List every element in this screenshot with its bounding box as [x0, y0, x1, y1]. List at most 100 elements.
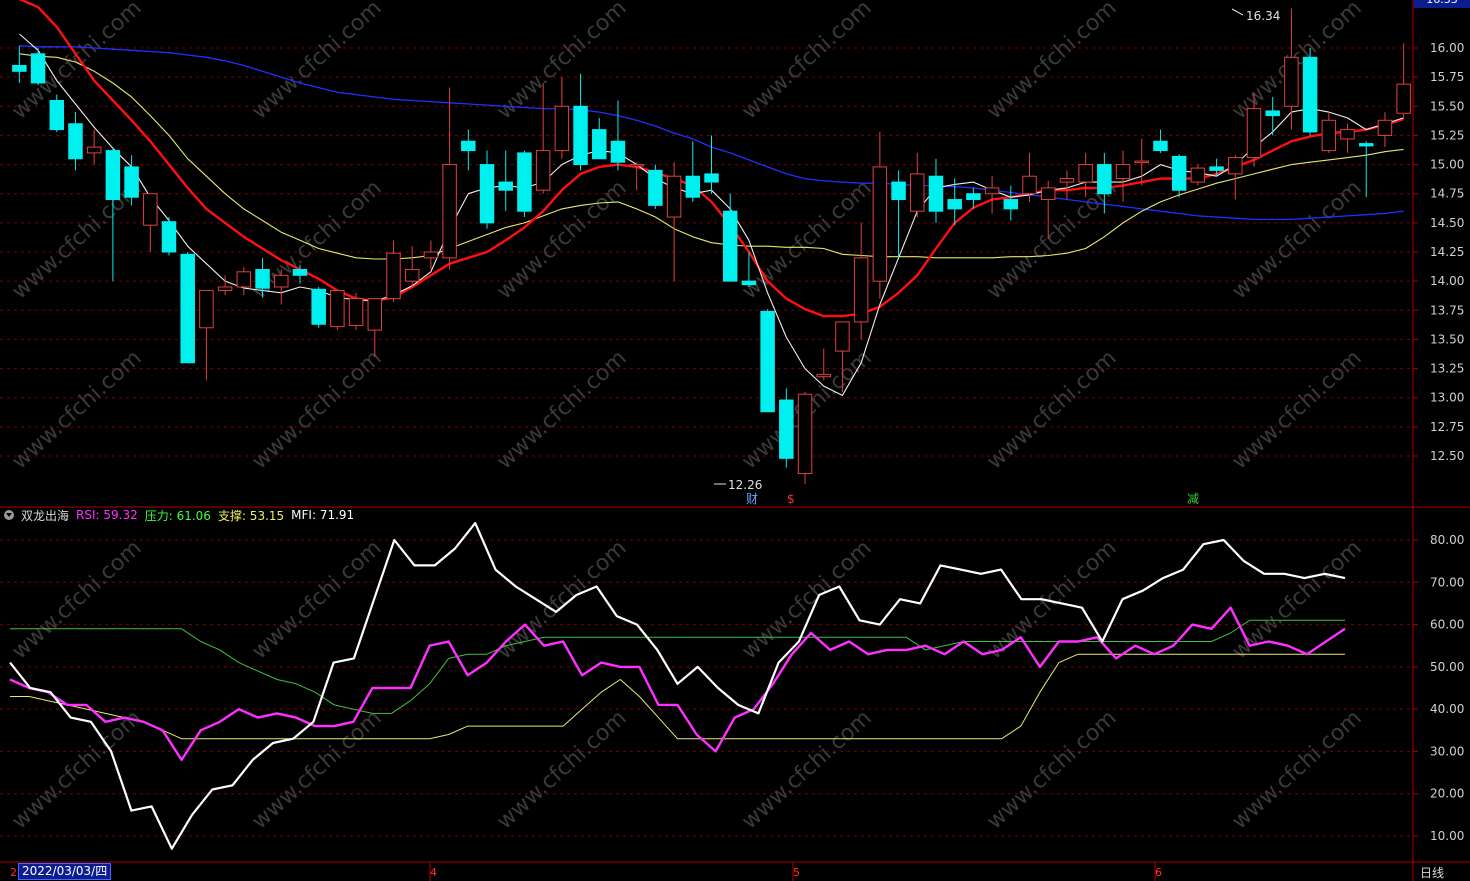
watermark-text: www.cfchi.com — [492, 346, 631, 475]
candle-body — [386, 252, 401, 300]
candle-body — [517, 152, 532, 212]
candle[interactable] — [1377, 112, 1393, 148]
indicator-tick-label: 20.00 — [1430, 787, 1464, 801]
candle-body — [1340, 129, 1355, 140]
candle[interactable] — [984, 176, 1000, 214]
candle[interactable] — [180, 252, 195, 364]
candle[interactable] — [517, 150, 532, 218]
candle-body — [779, 399, 794, 459]
candle[interactable] — [629, 162, 644, 191]
high-price-label: 16.34 — [1246, 9, 1280, 23]
candle-body — [741, 280, 757, 286]
candle[interactable] — [423, 240, 439, 270]
candle[interactable] — [610, 100, 626, 171]
candle-body — [984, 187, 1000, 195]
candle[interactable] — [68, 112, 83, 171]
candle[interactable] — [217, 275, 233, 296]
candle-body — [255, 268, 270, 289]
candle[interactable] — [910, 152, 925, 218]
candle-body — [367, 298, 383, 331]
candle-body — [704, 173, 719, 183]
candle[interactable] — [648, 164, 663, 209]
candle[interactable] — [348, 292, 364, 331]
candle[interactable] — [143, 193, 158, 252]
candle[interactable] — [498, 150, 513, 212]
candle[interactable] — [1153, 129, 1168, 153]
candle[interactable] — [685, 141, 701, 202]
candle[interactable] — [853, 222, 869, 340]
candle[interactable] — [573, 73, 588, 171]
indicator-title[interactable]: 双龙出海 — [21, 507, 69, 524]
candle-body — [666, 175, 682, 218]
candle[interactable] — [592, 117, 607, 160]
month-label-4: 4 — [430, 866, 437, 879]
indicator-tick-label: 80.00 — [1430, 533, 1464, 547]
candle-body — [947, 199, 962, 210]
candle-body — [161, 221, 177, 253]
candle-body — [1396, 83, 1411, 114]
candle[interactable] — [1302, 48, 1318, 136]
price-tick-label: 14.75 — [1430, 187, 1464, 201]
candle[interactable] — [797, 391, 813, 484]
candle-body — [180, 253, 195, 364]
moving-average-lines — [18, 0, 1404, 396]
candle[interactable] — [386, 240, 401, 303]
price-y-axis: 16.00 15.75 15.50 15.25 15.00 14.75 14.50 14.25… — [1413, 41, 1464, 463]
candle[interactable] — [1171, 154, 1187, 198]
watermark-text: www.cfchi.com — [7, 706, 146, 835]
candle[interactable] — [928, 158, 944, 223]
support-label: 支撑: 53.15 — [217, 508, 285, 523]
candlestick-series[interactable] — [12, 8, 1411, 484]
price-tick-label: 13.50 — [1430, 332, 1464, 346]
candle[interactable] — [554, 77, 570, 159]
stock-chart[interactable]: www.cfchi.com www.cfchi.com www.cfchi.com w… — [0, 0, 1470, 881]
watermark-text: www.cfchi.com — [1227, 176, 1366, 305]
candle-body — [573, 105, 588, 166]
candle[interactable] — [1321, 112, 1337, 153]
watermark-text: www.cfchi.com — [982, 536, 1121, 665]
candle-body — [423, 251, 439, 259]
candle[interactable] — [330, 289, 345, 331]
candle[interactable] — [779, 388, 794, 468]
candle-body — [217, 286, 233, 291]
dropdown-circle-icon[interactable] — [4, 510, 14, 520]
candle-body — [274, 274, 289, 288]
candle-body — [1115, 164, 1131, 180]
candle[interactable] — [30, 48, 46, 86]
candle-body — [722, 210, 738, 282]
watermark-text: www.cfchi.com — [982, 346, 1121, 475]
candle[interactable] — [86, 129, 102, 165]
candle[interactable] — [666, 162, 682, 282]
candle-body — [1302, 56, 1318, 133]
watermark-text: www.cfchi.com — [7, 346, 146, 475]
candle-body — [1284, 56, 1299, 107]
candle[interactable] — [236, 267, 252, 296]
candle-body — [610, 140, 626, 163]
candle-body — [1040, 187, 1056, 201]
candle[interactable] — [199, 289, 214, 381]
candle[interactable] — [161, 217, 177, 256]
candle-body — [86, 146, 102, 154]
candle[interactable] — [1134, 138, 1149, 186]
candle[interactable] — [1003, 185, 1019, 221]
candle[interactable] — [1059, 170, 1075, 200]
candle[interactable] — [311, 286, 326, 328]
candle[interactable] — [479, 150, 495, 229]
watermark-text: www.cfchi.com — [492, 706, 631, 835]
candle[interactable] — [1340, 123, 1355, 153]
candle[interactable] — [535, 82, 551, 194]
candle[interactable] — [442, 87, 457, 270]
candle[interactable] — [872, 131, 888, 299]
candle[interactable] — [816, 348, 831, 381]
candle[interactable] — [49, 94, 65, 132]
period-label[interactable]: 日线 — [1420, 864, 1444, 881]
candle-body — [797, 393, 813, 474]
price-tick-label: 14.00 — [1430, 274, 1464, 288]
candle[interactable] — [1190, 164, 1206, 186]
candle[interactable] — [722, 193, 738, 282]
mfi-line — [9, 521, 1346, 850]
candle[interactable] — [760, 309, 775, 413]
candle-body — [1134, 160, 1149, 164]
candle[interactable] — [1396, 43, 1411, 118]
price-tick-label: 13.00 — [1430, 391, 1464, 405]
